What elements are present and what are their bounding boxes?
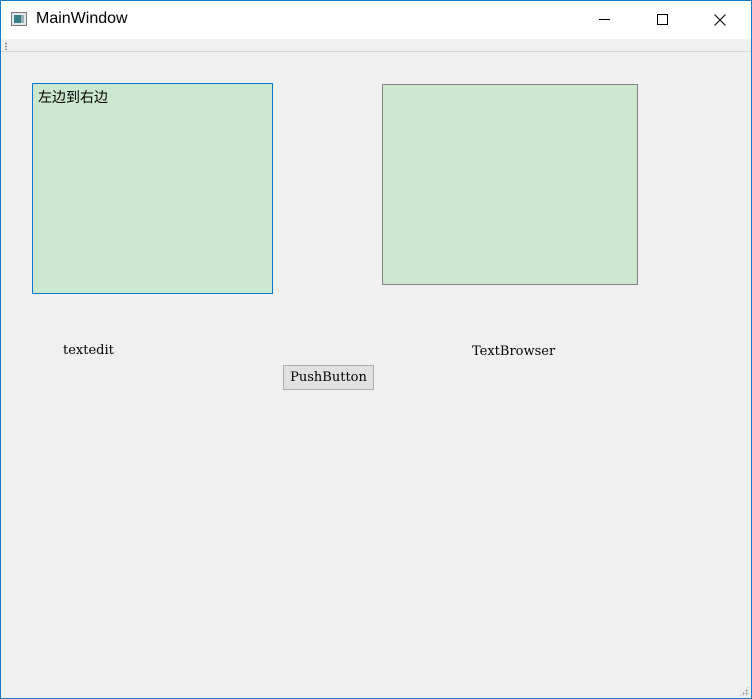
app-window-icon — [11, 12, 27, 26]
maximize-button[interactable] — [639, 1, 685, 39]
text-edit[interactable]: 左边到右边 — [32, 83, 273, 294]
close-button[interactable] — [697, 1, 743, 39]
textbrowser-label: TextBrowser — [472, 344, 556, 359]
textedit-label: textedit — [63, 343, 114, 358]
resize-grip-icon[interactable] — [739, 686, 749, 696]
close-icon — [714, 14, 726, 26]
window-title: MainWindow — [36, 10, 128, 27]
minimize-button[interactable] — [581, 1, 627, 39]
text-browser[interactable] — [382, 84, 638, 285]
main-window: MainWindow 左边到右边 textedit TextBrowser Pu… — [0, 0, 752, 699]
toolbar-area — [1, 39, 751, 52]
title-bar[interactable]: MainWindow — [1, 1, 751, 39]
toolbar-grip-handle[interactable] — [5, 42, 7, 50]
push-button[interactable]: PushButton — [283, 365, 374, 390]
text-edit-content: 左边到右边 — [38, 90, 108, 106]
